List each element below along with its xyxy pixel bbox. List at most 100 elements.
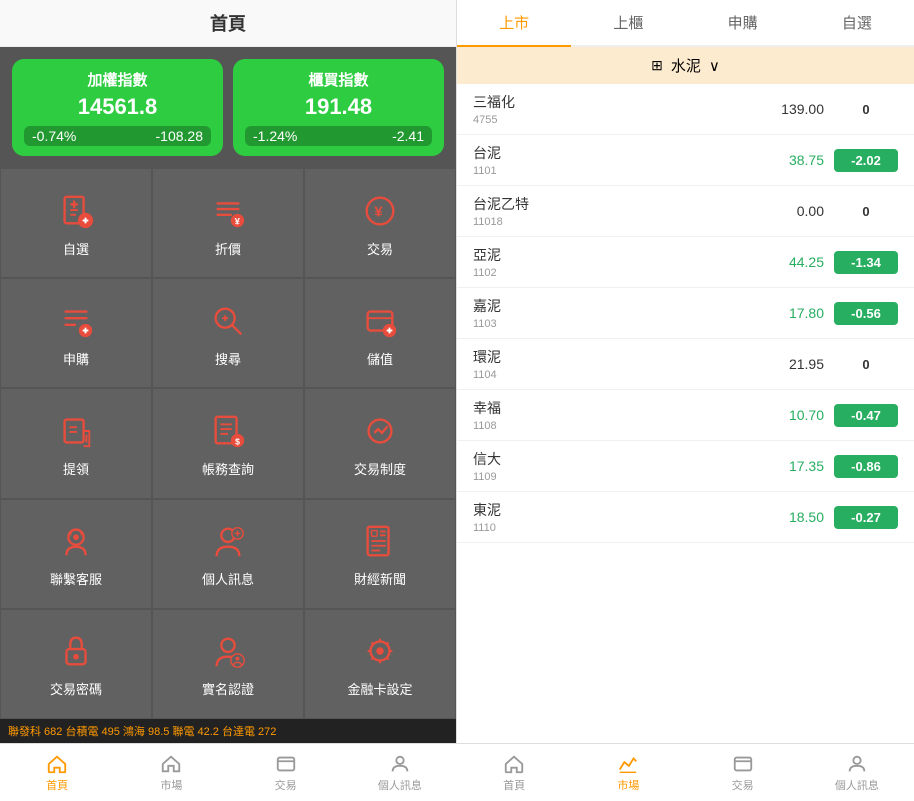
account-query-icon: $ xyxy=(206,409,250,453)
trade-password-icon xyxy=(54,629,98,673)
stock-price: 38.75 xyxy=(754,152,824,168)
stock-row[interactable]: 亞泥 1102 44.25 -1.34 xyxy=(457,237,914,288)
menu-card-settings[interactable]: 金融卡設定 xyxy=(304,609,456,719)
stock-price: 44.25 xyxy=(754,254,824,270)
stock-name: 台泥乙特 xyxy=(473,194,754,214)
right-nav-market-label: 市場 xyxy=(617,777,639,793)
tab-ipo[interactable]: 申購 xyxy=(686,0,800,45)
stock-info: 三福化 4755 xyxy=(473,92,754,126)
stock-row[interactable]: 嘉泥 1103 17.80 -0.56 xyxy=(457,288,914,339)
stock-price: 18.50 xyxy=(754,509,824,525)
bookmark-add-icon xyxy=(54,189,98,233)
left-nav-market[interactable]: 市場 xyxy=(114,744,228,801)
stock-name: 幸福 xyxy=(473,398,754,418)
menu-trade-password-label: 交易密碼 xyxy=(50,679,102,698)
menu-search[interactable]: 搜尋 xyxy=(152,278,304,388)
right-nav-market[interactable]: 市場 xyxy=(571,744,685,801)
menu-trade[interactable]: ¥ 交易 xyxy=(304,168,456,278)
otc-index-pct: -1.24% xyxy=(253,128,297,144)
stock-change: 0 xyxy=(834,200,898,223)
stock-code: 1108 xyxy=(473,420,754,432)
right-nav-trade-label: 交易 xyxy=(732,777,754,793)
right-nav-home[interactable]: 首頁 xyxy=(457,744,571,801)
left-nav-person-label: 個人訊息 xyxy=(378,777,422,793)
otc-index-card: 櫃買指數 191.48 -1.24% -2.41 xyxy=(233,59,444,156)
financial-news-icon xyxy=(358,519,402,563)
menu-discount-label: 折價 xyxy=(215,239,241,258)
stock-price: 10.70 xyxy=(754,407,824,423)
stock-name: 東泥 xyxy=(473,500,754,520)
stock-info: 信大 1109 xyxy=(473,449,754,483)
stock-row[interactable]: 信大 1109 17.35 -0.86 xyxy=(457,441,914,492)
stock-name: 台泥 xyxy=(473,143,754,163)
menu-withdraw[interactable]: 提領 xyxy=(0,388,152,498)
menu-real-name[interactable]: 實名認證 xyxy=(152,609,304,719)
stock-code: 1109 xyxy=(473,471,754,483)
weighted-index-pts: -108.28 xyxy=(156,128,203,144)
tab-listed[interactable]: 上市 xyxy=(457,0,571,47)
weighted-index-card: 加權指數 14561.8 -0.74% -108.28 xyxy=(12,59,223,156)
card-settings-icon xyxy=(358,629,402,673)
stock-row[interactable]: 東泥 1110 18.50 -0.27 xyxy=(457,492,914,543)
market-tabs: 上市 上櫃 申購 自選 xyxy=(457,0,914,47)
stock-row[interactable]: 三福化 4755 139.00 0 xyxy=(457,84,914,135)
menu-trade-system[interactable]: 交易制度 xyxy=(304,388,456,498)
right-nav-trade[interactable]: 交易 xyxy=(686,744,800,801)
stock-info: 環泥 1104 xyxy=(473,347,754,381)
left-nav-trade[interactable]: 交易 xyxy=(229,744,343,801)
index-cards: 加權指數 14561.8 -0.74% -108.28 櫃買指數 191.48 … xyxy=(0,47,456,168)
right-nav-person[interactable]: 個人訊息 xyxy=(800,744,914,801)
apply-icon xyxy=(54,299,98,343)
left-nav-home-label: 首頁 xyxy=(46,777,68,793)
tab-watchlist[interactable]: 自選 xyxy=(800,0,914,45)
menu-deposit[interactable]: 儲值 xyxy=(304,278,456,388)
deposit-icon xyxy=(358,299,402,343)
stock-name: 亞泥 xyxy=(473,245,754,265)
trade-icon: ¥ xyxy=(358,189,402,233)
stock-row[interactable]: 台泥 1101 38.75 -2.02 xyxy=(457,135,914,186)
menu-customer-service-label: 聯繫客服 xyxy=(50,569,102,588)
stock-row[interactable]: 環泥 1104 21.95 0 xyxy=(457,339,914,390)
stock-list: 三福化 4755 139.00 0 台泥 1101 38.75 -2.02 台泥… xyxy=(457,84,914,743)
stock-row[interactable]: 幸福 1108 10.70 -0.47 xyxy=(457,390,914,441)
menu-trade-label: 交易 xyxy=(367,239,393,258)
menu-trade-password[interactable]: 交易密碼 xyxy=(0,609,152,719)
ticker-bar: 聯發科 682 台積電 495 鴻海 98.5 聯電 42.2 台達電 272 xyxy=(0,719,456,743)
right-nav-home-label: 首頁 xyxy=(503,777,525,793)
otc-index-title: 櫃買指數 xyxy=(245,69,432,90)
stock-info: 幸福 1108 xyxy=(473,398,754,432)
real-name-icon xyxy=(206,629,250,673)
stock-price: 0.00 xyxy=(754,203,824,219)
stock-info: 台泥乙特 11018 xyxy=(473,194,754,228)
stock-price: 139.00 xyxy=(754,101,824,117)
otc-index-value: 191.48 xyxy=(245,94,432,120)
stock-code: 1101 xyxy=(473,165,754,177)
weighted-index-changes: -0.74% -108.28 xyxy=(24,126,211,146)
menu-customer-service[interactable]: 聯繫客服 xyxy=(0,499,152,609)
svg-text:¥: ¥ xyxy=(374,203,383,220)
chevron-down-icon: ∨ xyxy=(709,57,720,75)
stock-row[interactable]: 台泥乙特 11018 0.00 0 xyxy=(457,186,914,237)
menu-personal-info[interactable]: 個人訊息 xyxy=(152,499,304,609)
menu-watchlist[interactable]: 自選 xyxy=(0,168,152,278)
stock-change: -0.27 xyxy=(834,506,898,529)
menu-financial-news[interactable]: 財經新聞 xyxy=(304,499,456,609)
stock-change: -0.56 xyxy=(834,302,898,325)
menu-discount[interactable]: ¥ 折價 xyxy=(152,168,304,278)
customer-service-icon xyxy=(54,519,98,563)
weighted-index-pct: -0.74% xyxy=(32,128,76,144)
sector-selector[interactable]: ⊞ 水泥 ∨ xyxy=(457,47,914,84)
weighted-index-value: 14561.8 xyxy=(24,94,211,120)
left-nav-home[interactable]: 首頁 xyxy=(0,744,114,801)
menu-personal-info-label: 個人訊息 xyxy=(202,569,254,588)
menu-account-query[interactable]: $ 帳務查詢 xyxy=(152,388,304,498)
grid-icon: ⊞ xyxy=(651,57,663,74)
personal-info-icon xyxy=(206,519,250,563)
menu-watchlist-label: 自選 xyxy=(63,239,89,258)
tab-otc[interactable]: 上櫃 xyxy=(571,0,685,45)
left-nav-person[interactable]: 個人訊息 xyxy=(343,744,457,801)
stock-name: 三福化 xyxy=(473,92,754,112)
menu-financial-news-label: 財經新聞 xyxy=(354,569,406,588)
stock-code: 11018 xyxy=(473,216,754,228)
menu-apply[interactable]: 申購 xyxy=(0,278,152,388)
